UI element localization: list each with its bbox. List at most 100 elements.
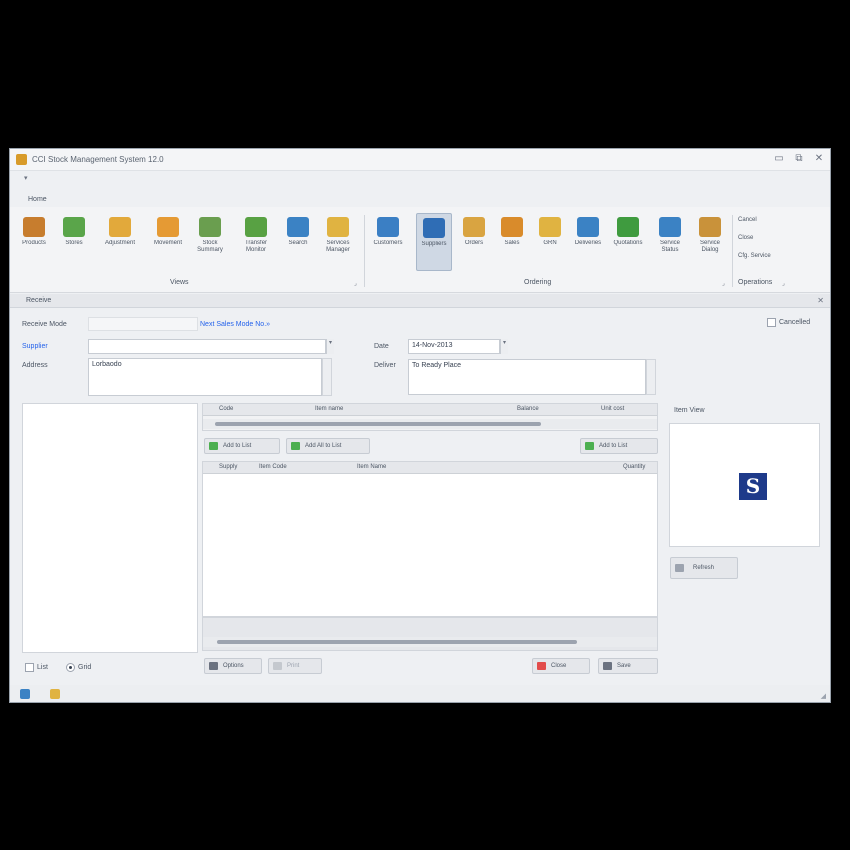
ribbon: Products Stores Adjustment Movement Stoc…: [10, 207, 830, 293]
column-item-name[interactable]: Item Name: [357, 464, 386, 470]
search-icon: [287, 217, 309, 237]
summary-icon: [199, 217, 221, 237]
grid-option-radio[interactable]: [66, 663, 75, 672]
settings-icon[interactable]: [20, 689, 30, 699]
add-to-list-right-button[interactable]: Add to List: [580, 438, 658, 454]
sales-icon: [501, 217, 523, 237]
minimize-button[interactable]: ▭: [773, 153, 785, 165]
close-form-button[interactable]: Close: [532, 658, 590, 674]
sales-button[interactable]: Sales: [494, 213, 530, 271]
title-bar: CCI Stock Management System 12.0 ▭ ⧉ ✕: [10, 149, 830, 171]
button-label: Options: [223, 663, 244, 669]
deliver-field[interactable]: To Ready Place: [408, 359, 646, 395]
print-button[interactable]: Print: [268, 658, 322, 674]
grn-button[interactable]: GRN: [532, 213, 568, 271]
status-bar: ◢: [10, 685, 830, 702]
add-to-list-button[interactable]: Add to List: [204, 438, 280, 454]
next-mode-link[interactable]: Next Sales Mode No.»: [200, 321, 270, 328]
ordering-launcher-icon[interactable]: ⌟: [722, 280, 725, 287]
column-balance[interactable]: Balance: [517, 406, 539, 412]
button-label: Sales: [504, 240, 520, 246]
suppliers-button[interactable]: Suppliers: [416, 213, 452, 271]
tab-receive[interactable]: Receive: [26, 297, 51, 304]
quotations-button[interactable]: Quotations: [610, 213, 646, 271]
service-dialog-button[interactable]: Service Dialog: [692, 213, 728, 271]
receive-mode-field[interactable]: [88, 317, 198, 331]
close-document-icon[interactable]: ✕: [817, 296, 824, 305]
column-unit-cost[interactable]: Unit cost: [601, 406, 624, 412]
button-label: Products: [22, 240, 46, 246]
column-item-code[interactable]: Item Code: [259, 464, 287, 470]
button-label: Stores: [65, 240, 83, 246]
left-list-panel[interactable]: [22, 403, 198, 653]
user-icon[interactable]: [50, 689, 60, 699]
products-button[interactable]: Products: [16, 213, 52, 271]
options-button[interactable]: Options: [204, 658, 262, 674]
views-launcher-icon[interactable]: ⌟: [354, 280, 357, 287]
list-option-label: List: [37, 664, 48, 671]
scrollbar-thumb[interactable]: [215, 422, 541, 426]
button-label: Customers: [373, 240, 403, 246]
service-status-button[interactable]: Service Status: [652, 213, 688, 271]
refresh-image-button[interactable]: Refresh: [670, 557, 738, 579]
supplier-field[interactable]: [88, 339, 326, 354]
options-icon: [209, 662, 218, 670]
address-label: Address: [22, 362, 48, 369]
receive-mode-label: Receive Mode: [22, 321, 67, 328]
deliveries-button[interactable]: Deliveries: [570, 213, 606, 271]
orders-icon: [463, 217, 485, 237]
button-label: Suppliers: [421, 241, 447, 247]
column-code[interactable]: Code: [219, 406, 233, 412]
adjustment-button[interactable]: Adjustment: [102, 213, 138, 271]
quotations-icon: [617, 217, 639, 237]
date-field[interactable]: 14-Nov-2013: [408, 339, 500, 354]
column-item-name[interactable]: Item name: [315, 406, 343, 412]
tab-home[interactable]: Home: [28, 196, 47, 203]
add-all-to-list-button[interactable]: Add All to List: [286, 438, 370, 454]
orders-button[interactable]: Orders: [456, 213, 492, 271]
restore-button[interactable]: ⧉: [793, 153, 805, 165]
deliver-scrollbar[interactable]: [646, 359, 656, 395]
supply-grid[interactable]: [202, 461, 658, 617]
resize-grip-icon[interactable]: ◢: [821, 692, 826, 700]
supplier-label[interactable]: Supplier: [22, 343, 48, 350]
movement-button[interactable]: Movement: [150, 213, 186, 271]
cancelled-checkbox[interactable]: [767, 318, 776, 327]
operations-group-label: Operations: [738, 279, 773, 286]
app-icon: [16, 154, 27, 165]
transfer-monitor-button[interactable]: Transfer Monitor: [238, 213, 274, 271]
suppliers-icon: [423, 218, 445, 238]
address-field[interactable]: Lorbaodo: [88, 358, 322, 396]
column-supply[interactable]: Supply: [219, 464, 237, 470]
items-grid-header: Code Item name Balance Unit cost: [203, 404, 657, 416]
services-icon: [327, 217, 349, 237]
store-icon: [63, 217, 85, 237]
close-button[interactable]: ✕: [813, 153, 825, 165]
date-picker-icon[interactable]: ▾: [500, 339, 508, 354]
deliver-label: Deliver: [374, 362, 396, 369]
button-label: Adjustment: [104, 240, 135, 246]
supplier-dropdown-icon[interactable]: ▾: [326, 339, 334, 354]
cfg-service-menu-item[interactable]: Cfg. Service: [738, 253, 771, 259]
list-option-checkbox[interactable]: [25, 663, 34, 672]
button-label: Add All to List: [305, 443, 342, 449]
button-label: Service Dialog: [699, 240, 720, 253]
customers-button[interactable]: Customers: [370, 213, 406, 271]
quick-access-dropdown-icon[interactable]: ▾: [24, 174, 28, 182]
address-scrollbar[interactable]: [322, 358, 332, 396]
save-button[interactable]: Save: [598, 658, 658, 674]
stores-button[interactable]: Stores: [56, 213, 92, 271]
close-menu-item[interactable]: Close: [738, 235, 753, 241]
column-quantity[interactable]: Quantity: [623, 464, 645, 470]
services-manager-button[interactable]: Services Manager: [320, 213, 356, 271]
save-icon: [603, 662, 612, 670]
operations-launcher-icon[interactable]: ⌟: [782, 280, 785, 287]
search-button[interactable]: Search: [280, 213, 316, 271]
items-grid-scrollbar[interactable]: [203, 419, 657, 429]
supply-grid-scrollbar[interactable]: [203, 637, 657, 647]
grn-icon: [539, 217, 561, 237]
customers-icon: [377, 217, 399, 237]
cancel-menu-item[interactable]: Cancel: [738, 217, 757, 223]
stock-summary-button[interactable]: Stock Summary: [192, 213, 228, 271]
scrollbar-thumb[interactable]: [217, 640, 577, 644]
